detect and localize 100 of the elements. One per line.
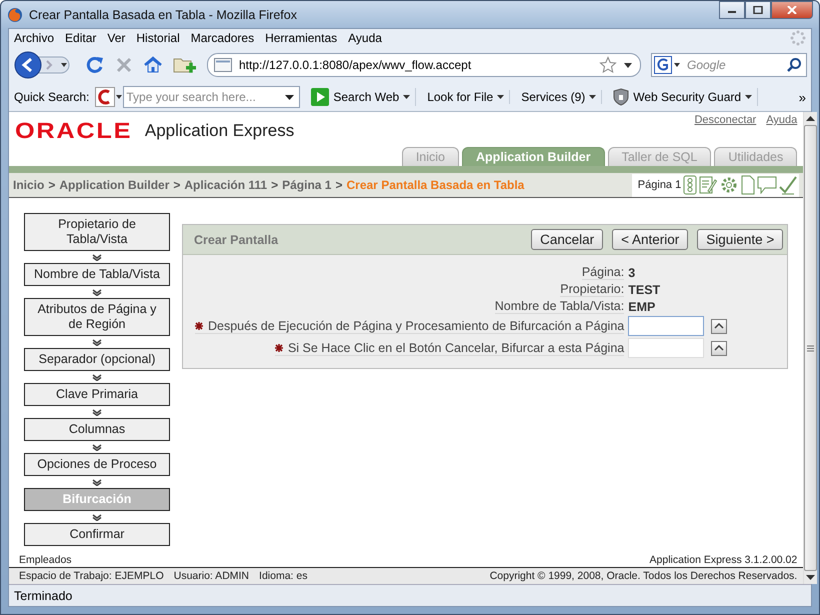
workspace-info: Espacio de Trabajo: EJEMPLO [19, 570, 164, 582]
header-link[interactable]: Desconectar [694, 114, 756, 126]
wizard-step[interactable]: Clave Primaria [24, 383, 170, 406]
breadcrumb-link[interactable]: Aplicación 111 [184, 178, 268, 192]
header-link[interactable]: Ayuda [766, 114, 798, 126]
loading-spinner-icon [790, 30, 806, 46]
field-value: TEST [628, 282, 660, 296]
breadcrumb-separator: > [173, 178, 180, 192]
menu-item[interactable]: Ayuda [348, 31, 382, 45]
close-button[interactable] [771, 1, 813, 19]
toolbar-button[interactable]: Web Security Guard [608, 88, 758, 106]
wizard-button[interactable]: < Anterior [612, 229, 688, 250]
popup-list-button[interactable] [711, 318, 728, 334]
dropdown-caret-icon[interactable] [624, 62, 632, 68]
quick-search-field[interactable]: Type your search here... [123, 86, 300, 108]
close-icon [787, 6, 797, 14]
dropdown-caret-icon [497, 95, 504, 99]
scroll-up-icon[interactable] [806, 116, 816, 121]
field-label: Después de Ejecución de Página y Procesamiento de Bifurcación a Página [208, 318, 624, 332]
dropdown-caret-icon [745, 95, 752, 99]
scroll-down-icon[interactable] [806, 575, 816, 580]
menu-item[interactable]: Marcadores [190, 31, 254, 45]
menu-item[interactable]: Archivo [14, 31, 54, 45]
page-name: Empleados [19, 554, 72, 566]
google-engine-icon[interactable] [654, 56, 682, 74]
toolbar-button[interactable]: Look for File [422, 90, 510, 104]
field-label: Propietario: [560, 282, 624, 297]
address-bar[interactable]: http://127.0.0.1:8080/apex/wwv_flow.accept [207, 53, 641, 77]
caret-up-icon [714, 345, 724, 351]
page-label: Página 1 [638, 179, 682, 191]
dropdown-caret-icon [403, 95, 410, 99]
wizard-step[interactable]: Propietario de Tabla/Vista [24, 213, 170, 251]
wizard-step[interactable]: Atributos de Página y de Región [24, 298, 170, 336]
workspace-info: Usuario: ADMIN [174, 570, 250, 582]
quick-search-label: Quick Search: [14, 90, 90, 104]
firefox-icon [7, 6, 23, 22]
page-icon[interactable] [741, 175, 756, 195]
home-icon[interactable] [143, 55, 163, 75]
chevron-down-icon [92, 444, 102, 451]
comment-icon[interactable] [757, 176, 778, 194]
status-text: Terminado [14, 588, 72, 602]
search-icon[interactable] [786, 57, 802, 73]
bookmark-star-icon[interactable] [599, 56, 617, 74]
field-value: EMP [628, 300, 656, 314]
breadcrumb-current: Crear Pantalla Basada en Tabla [346, 178, 524, 192]
popup-list-button[interactable] [711, 340, 728, 356]
breadcrumb-separator: > [271, 178, 278, 192]
breadcrumb-link[interactable]: Application Builder [59, 178, 170, 192]
field-value: 3 [628, 266, 636, 280]
traffic-light-icon[interactable] [683, 175, 698, 195]
menu-item[interactable]: Ver [107, 31, 126, 45]
minimize-button[interactable] [719, 1, 745, 19]
copyright-text: Copyright © 1999, 2008, Oracle. Todos los Derechos Reservados. [490, 570, 798, 582]
chevron-down-icon [92, 254, 102, 261]
toolbar-button[interactable]: Search Web [306, 88, 416, 106]
workspace-info: Idioma: es [259, 570, 308, 582]
dropdown-caret-icon[interactable] [285, 94, 294, 100]
wizard-step[interactable]: Columnas [24, 418, 170, 441]
wizard-step[interactable]: Nombre de Tabla/Vista [24, 263, 170, 286]
reload-icon[interactable] [85, 55, 105, 75]
product-name: Application Express [144, 120, 294, 140]
field-label: Nombre de Tabla/Vista: [494, 299, 624, 314]
breadcrumb-separator: > [48, 178, 56, 192]
wizard-step[interactable]: Confirmar [24, 523, 170, 546]
dropdown-caret-icon [589, 95, 596, 99]
toolbar-button[interactable]: Services (9) [516, 90, 602, 104]
grip-icon [807, 344, 814, 352]
c-engine-icon[interactable] [95, 87, 124, 107]
check-pen-icon[interactable] [779, 175, 798, 195]
overflow-chevron[interactable]: » [798, 90, 806, 104]
chevron-down-icon [92, 409, 102, 416]
wizard-button[interactable]: Cancelar [531, 229, 604, 250]
breadcrumb-link[interactable]: Página 1 [282, 178, 332, 192]
edit-page-icon[interactable] [699, 175, 718, 195]
field-label: Página: [582, 265, 624, 280]
chevron-down-icon [92, 289, 102, 296]
maximize-button[interactable] [745, 1, 771, 19]
chevron-down-icon [92, 374, 102, 381]
wizard-button[interactable]: Siguiente > [697, 229, 784, 250]
wizard-step[interactable]: Separador (opcional) [24, 348, 170, 371]
breadcrumb-separator: > [335, 178, 342, 192]
input-field[interactable] [628, 316, 704, 336]
page-icon [214, 58, 232, 72]
shield-icon [613, 88, 630, 106]
chevron-down-icon [92, 514, 102, 521]
oracle-logo: ORACLE [15, 118, 132, 144]
url-text: http://127.0.0.1:8080/apex/wwv_flow.accept [239, 58, 472, 72]
search-field[interactable]: Google [651, 53, 807, 77]
menu-item[interactable]: Herramientas [265, 31, 338, 45]
caret-up-icon [714, 323, 724, 329]
chevron-down-icon [92, 339, 102, 346]
chevron-down-icon [92, 479, 102, 486]
breadcrumb-link[interactable]: Inicio [13, 178, 44, 192]
menu-item[interactable]: Editar [65, 31, 96, 45]
menu-item[interactable]: Historial [136, 31, 180, 45]
window-title: Crear Pantalla Basada en Tabla - Mozilla Firefox [29, 8, 297, 22]
play-icon [311, 88, 330, 106]
version-text: Application Express 3.1.2.00.02 [650, 554, 798, 566]
region-title: Crear Pantalla [194, 232, 278, 246]
wizard-step[interactable]: Opciones de Proceso [24, 453, 170, 476]
